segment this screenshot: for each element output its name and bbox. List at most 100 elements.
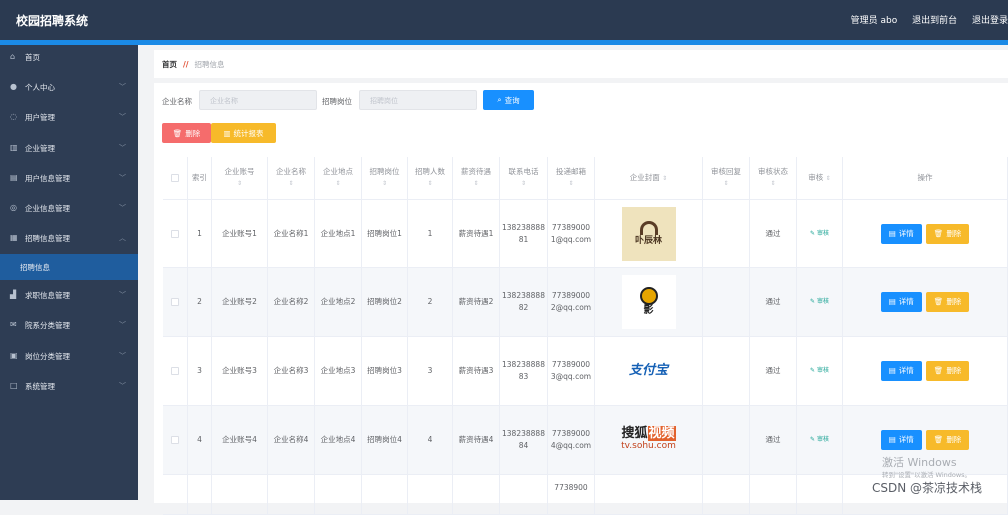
cell-text: 1: [427, 228, 433, 238]
sidebar-item[interactable]: ▟ 求职信息管理 ﹀: [0, 282, 138, 308]
cell-text: 招聘岗位4: [367, 435, 402, 444]
audit-icon: ✎: [810, 229, 816, 237]
column-header[interactable]: 企业地点 ⇕: [315, 157, 362, 199]
sidebar-item[interactable]: ⌂ 首页: [0, 44, 138, 70]
column-header[interactable]: 企业账号 ⇕: [212, 157, 268, 199]
sort-icon[interactable]: ⇕: [568, 178, 573, 190]
row-checkbox[interactable]: [171, 436, 179, 444]
row-checkbox[interactable]: [171, 367, 179, 375]
trash-icon: 🗑︎: [933, 366, 944, 375]
cell: [362, 475, 408, 514]
chevron-down-icon: ﹀: [119, 352, 126, 360]
column-label: 审核: [808, 172, 824, 182]
table-row: 1 企业账号1 企业名称1 企业地点1 招聘岗位1 1 薪资待遇1 13823888881 77…: [163, 200, 1008, 268]
column-header[interactable]: 招聘人数 ⇕: [408, 157, 453, 199]
column-label: 审核回复: [711, 167, 741, 176]
cell-text: 13823888882: [502, 291, 545, 312]
sidebar-item[interactable]: ▥ 企业管理 ﹀: [0, 135, 138, 161]
sort-icon[interactable]: ⇕: [723, 178, 728, 190]
sidebar-item[interactable]: ● 个人中心 ﹀: [0, 74, 138, 100]
row-checkbox[interactable]: [171, 298, 179, 306]
detail-button[interactable]: ▤ 详情: [880, 430, 922, 450]
exit-to-front-link[interactable]: 退出到前台: [912, 16, 957, 26]
batch-delete-button[interactable]: 🗑︎ 删除: [162, 123, 211, 143]
sidebar-item[interactable]: ▤ 用户信息管理 ﹀: [0, 165, 138, 191]
restaurant-logo: 卟辰林: [621, 206, 676, 261]
sort-icon[interactable]: ⇕: [427, 178, 432, 190]
sidebar-item[interactable]: ◎ 企业信息管理 ﹀: [0, 195, 138, 221]
audit-link[interactable]: ✎ 审核: [810, 365, 829, 377]
cell-text: 13823888883: [502, 360, 545, 381]
audit-cell: ✎ 审核: [797, 337, 843, 405]
sort-icon[interactable]: ⇕: [335, 178, 340, 190]
id-card-icon: ▤: [10, 173, 18, 182]
status-cell: 通过: [750, 200, 797, 267]
column-header[interactable]: 审核回复 ⇕: [703, 157, 750, 199]
sidebar-item[interactable]: ◌ 用户管理 ﹀: [0, 104, 138, 130]
sidebar-item-label: 院系分类管理: [25, 320, 70, 330]
column-header[interactable]: 审核状态 ⇕: [750, 157, 797, 199]
reply-cell: [703, 268, 750, 336]
delete-button[interactable]: 🗑︎ 删除: [925, 292, 970, 312]
phone-cell: 13823888883: [500, 337, 548, 405]
search-button[interactable]: ⌕ 查询: [483, 90, 534, 110]
sort-icon[interactable]: ⇕: [826, 175, 831, 182]
logout-link[interactable]: 退出登录: [972, 16, 1008, 26]
cell-text: 通过: [765, 366, 781, 375]
column-header[interactable]: 企业名称 ⇕: [268, 157, 315, 199]
sort-icon[interactable]: ⇕: [237, 178, 242, 190]
bar-icon: ▟: [10, 290, 17, 299]
audit-icon: ✎: [810, 367, 816, 374]
breadcrumb-home[interactable]: 首页: [162, 59, 177, 70]
column-header[interactable]: 企业封面 ⇕: [595, 157, 703, 199]
sidebar-item[interactable]: □ 系统管理 ﹀: [0, 373, 138, 399]
name-cell: 企业名称3: [268, 337, 315, 405]
sort-icon[interactable]: ⇕: [770, 178, 775, 190]
job-input[interactable]: 招聘岗位: [359, 90, 477, 110]
column-header[interactable]: 审核 ⇕: [797, 157, 843, 199]
delete-button[interactable]: 🗑︎ 删除: [925, 223, 970, 244]
delete-button[interactable]: 🗑︎ 删除: [925, 361, 970, 381]
audit-link[interactable]: ✎ 审核: [810, 296, 829, 308]
company-name-input[interactable]: 企业名称: [199, 90, 317, 110]
column-label: 企业封面: [629, 172, 660, 182]
breadcrumb-separator-icon: //: [183, 59, 189, 69]
audit-link[interactable]: ✎ 审核: [810, 434, 829, 446]
sidebar-item[interactable]: ✉ 院系分类管理 ﹀: [0, 312, 138, 338]
detail-button[interactable]: ▤ 详情: [880, 361, 922, 381]
sidebar-item[interactable]: 招聘信息: [0, 254, 138, 280]
checkbox-cell: [163, 200, 188, 267]
sort-icon[interactable]: ⇕: [288, 178, 293, 190]
cell-text: 薪资待遇1: [458, 228, 494, 238]
windows-watermark: 激活 Windows: [882, 456, 957, 469]
column-header[interactable]: 薪资待遇 ⇕: [453, 157, 500, 199]
select-all-checkbox[interactable]: [171, 174, 179, 182]
square-icon: □: [10, 381, 18, 390]
row-checkbox[interactable]: [171, 229, 179, 238]
cell: [268, 475, 315, 514]
sidebar-item[interactable]: ▦ 招聘信息管理 ︿: [0, 225, 138, 251]
column-header[interactable]: 投递邮箱 ⇕: [548, 157, 595, 199]
content-panel: 企业名称 企业名称 招聘岗位 招聘岗位 ⌕ 查询 🗑︎ 删除 ▥ 统计报表 索引 企业账…: [154, 83, 1008, 515]
sidebar-item-label: 用户信息管理: [25, 173, 70, 183]
report-button[interactable]: ▥ 统计报表: [211, 123, 276, 143]
cell-text: 2: [427, 297, 433, 306]
cell-text: 企业名称3: [273, 366, 309, 375]
phone-cell: 13823888881: [500, 200, 548, 267]
column-header[interactable]: 招聘岗位 ⇕: [362, 157, 408, 199]
windows-watermark-sub: 转到"设置"以激活 Windows。: [882, 471, 972, 479]
sort-icon[interactable]: ⇕: [662, 175, 667, 182]
detail-button[interactable]: ▤ 详情: [880, 223, 922, 244]
sort-icon[interactable]: ⇕: [521, 178, 526, 190]
location-cell: 企业地点1: [315, 200, 362, 267]
delete-button[interactable]: 🗑︎ 删除: [925, 430, 970, 450]
audit-cell: ✎ 审核: [797, 406, 843, 474]
sidebar-item[interactable]: ▣ 岗位分类管理 ﹀: [0, 343, 138, 369]
sidebar-item-label: 企业信息管理: [25, 203, 70, 213]
sort-icon[interactable]: ⇕: [473, 178, 478, 190]
count-cell: 1: [408, 200, 453, 267]
column-header[interactable]: 联系电话 ⇕: [500, 157, 548, 199]
detail-button[interactable]: ▤ 详情: [880, 292, 922, 312]
audit-link[interactable]: ✎ 审核: [810, 228, 829, 240]
sort-icon[interactable]: ⇕: [382, 178, 387, 190]
